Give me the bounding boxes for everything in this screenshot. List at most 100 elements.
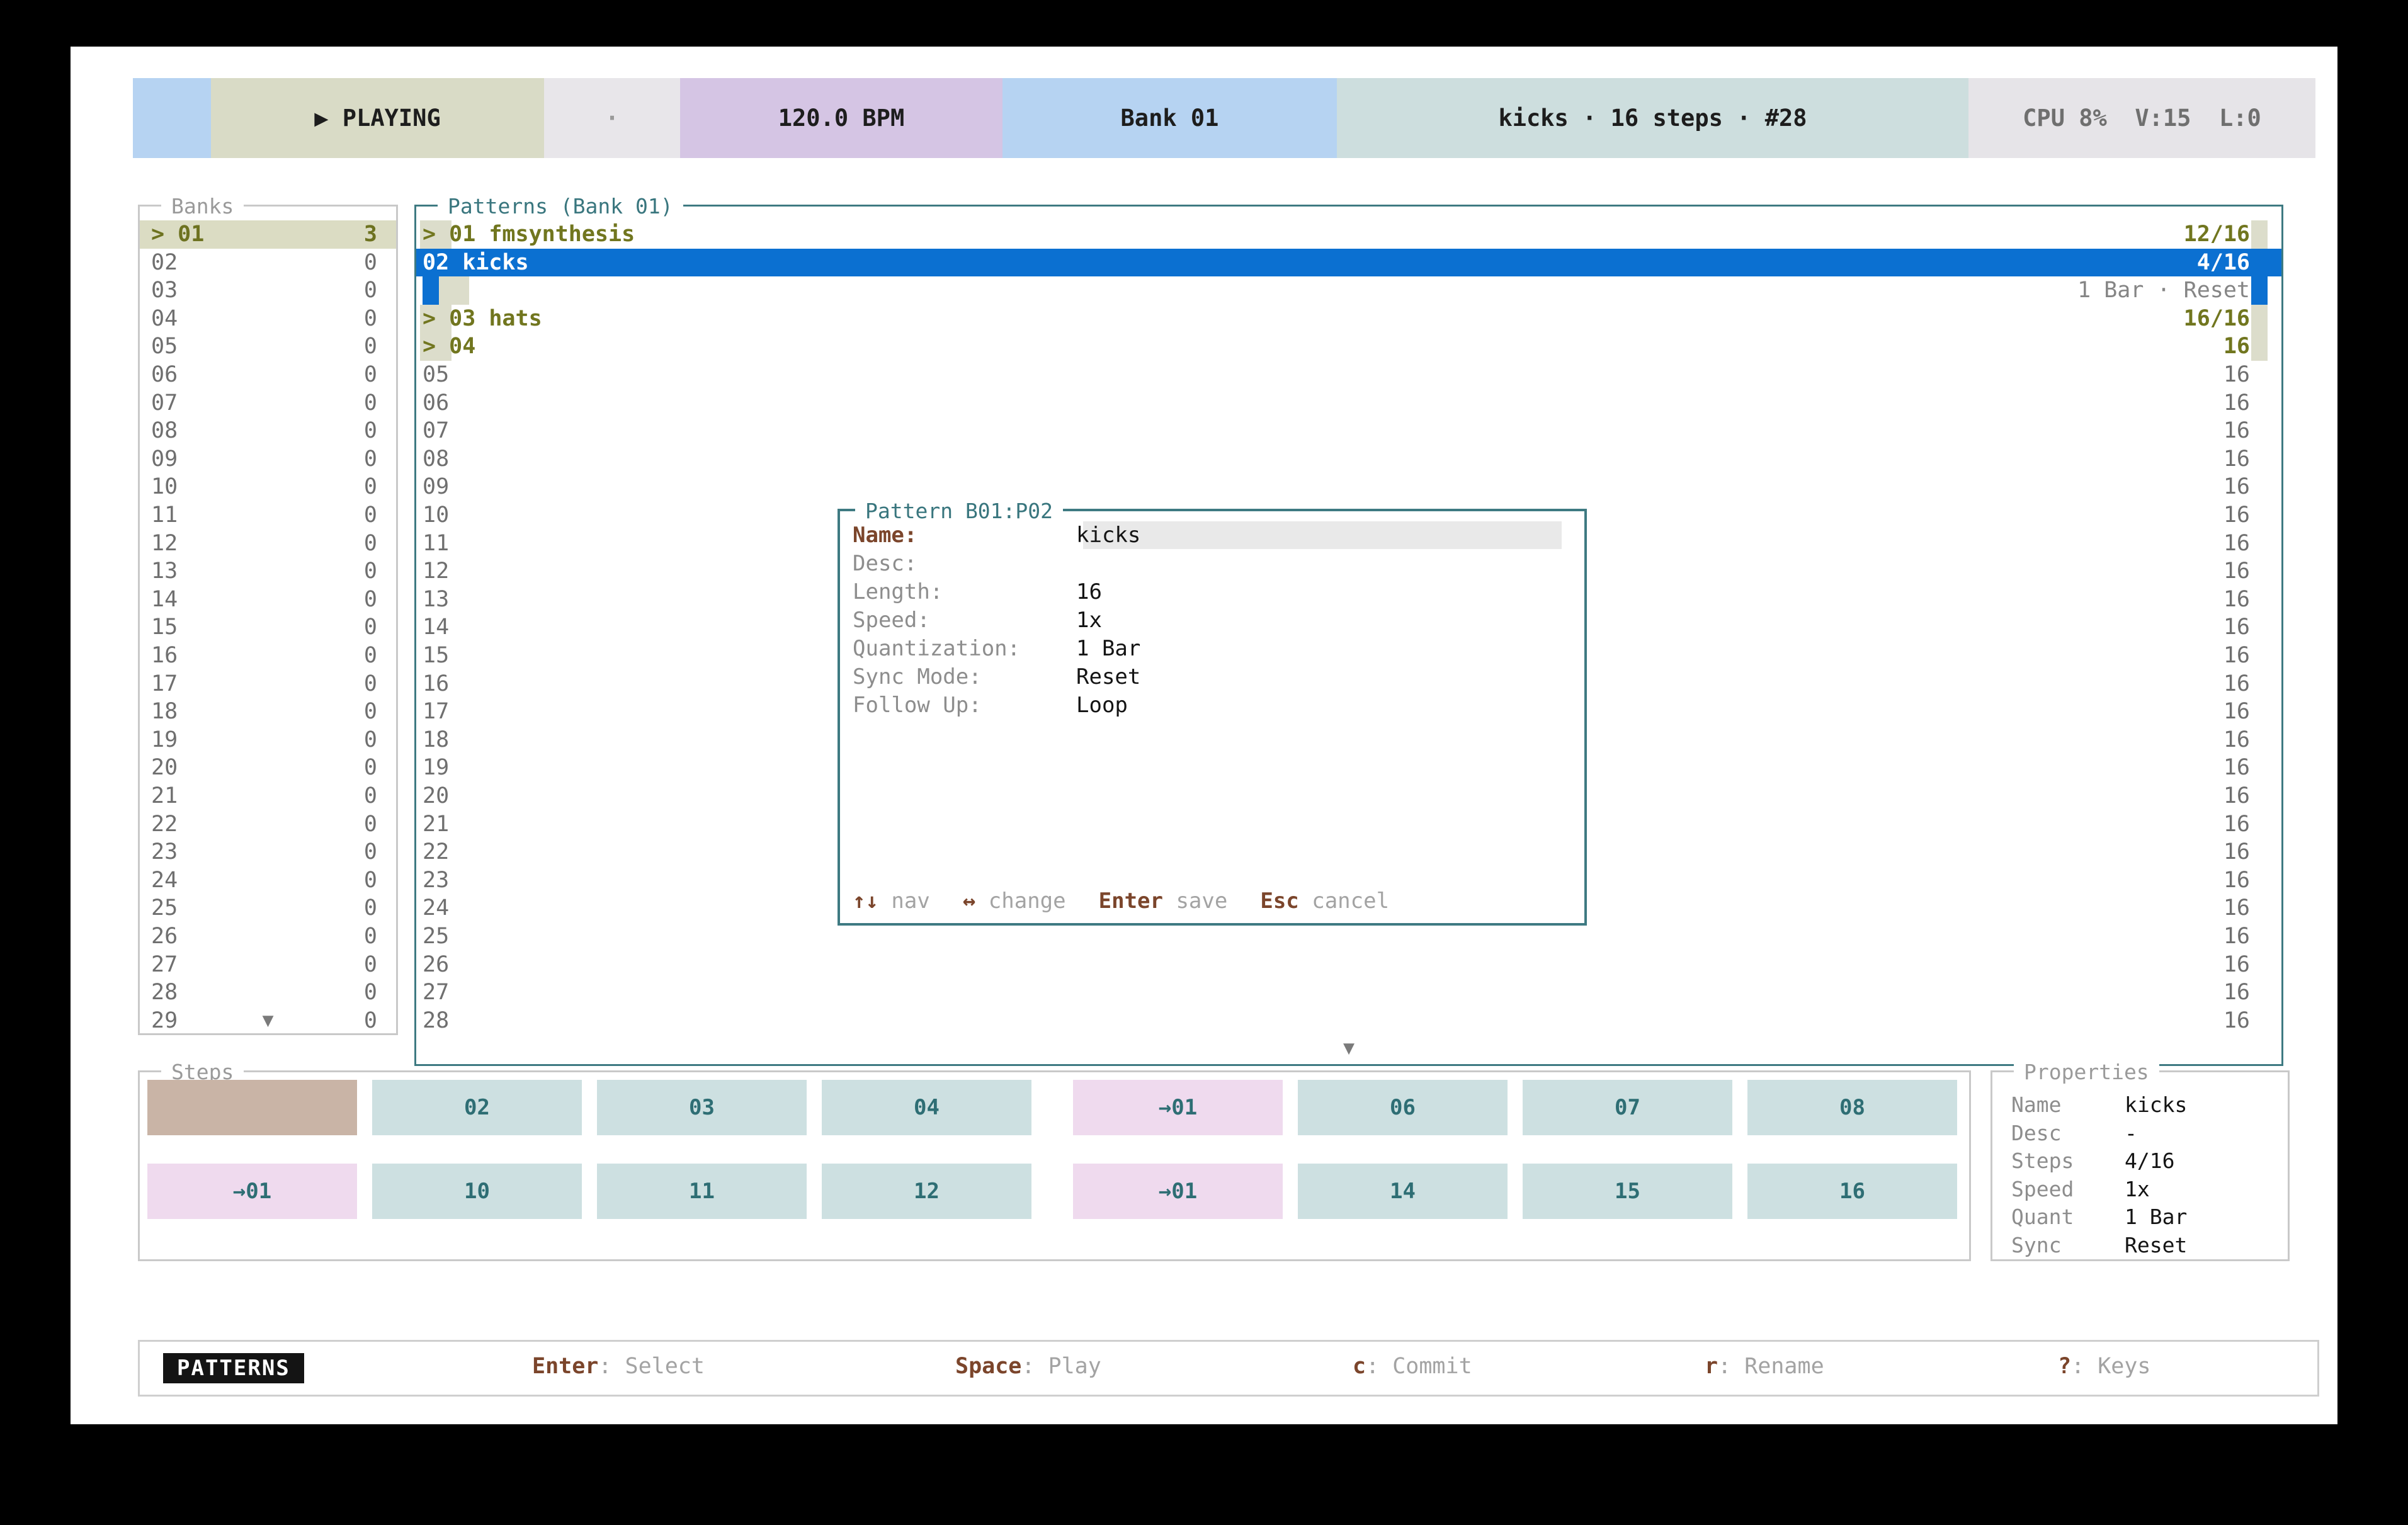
bank-pattern-count: 0 [364, 557, 377, 586]
step-cell-active[interactable] [147, 1080, 357, 1135]
bank-row[interactable]: 050 [140, 332, 396, 361]
pattern-label: 24 [423, 894, 449, 922]
pattern-label: 20 [423, 782, 449, 810]
modal-hint-label: cancel [1299, 888, 1389, 914]
pattern-label: 25 [423, 922, 449, 951]
step-cell-note[interactable]: 06 [1298, 1080, 1508, 1135]
bank-row[interactable]: 130 [140, 557, 396, 586]
bank-pattern-count: 0 [364, 978, 377, 1007]
topbar-segment-bpm[interactable]: 120.0 BPM [680, 78, 1002, 158]
bank-row[interactable]: 020 [140, 249, 396, 277]
scrollbar-thumb-segment[interactable] [2251, 305, 2268, 361]
bank-row[interactable]: 190 [140, 726, 396, 754]
bank-row[interactable]: 080 [140, 417, 396, 445]
scrollbar-thumb-segment[interactable] [2251, 249, 2268, 305]
pattern-step-ratio: 16 [2223, 894, 2250, 922]
pattern-row[interactable]: 2516 [416, 922, 2281, 951]
pattern-step-ratio: 16 [2223, 501, 2250, 530]
pattern-row[interactable]: 2616 [416, 951, 2281, 979]
bank-row[interactable]: 090 [140, 445, 396, 473]
bank-row[interactable]: 200 [140, 754, 396, 782]
bank-number: 15 [151, 613, 178, 642]
step-cell-note[interactable]: 02 [372, 1080, 582, 1135]
modal-field-row[interactable]: Name:kicks [853, 521, 1572, 550]
modal-field-row[interactable]: Length:16 [853, 578, 1572, 606]
step-cell-note[interactable]: 12 [822, 1164, 1031, 1219]
step-cell-note[interactable]: 14 [1298, 1164, 1508, 1219]
bank-row[interactable]: 110 [140, 501, 396, 530]
bank-row[interactable]: 270 [140, 951, 396, 979]
bank-row[interactable]: 100 [140, 473, 396, 501]
modal-hint-label: save [1163, 888, 1227, 914]
bank-number: 29 [151, 1007, 178, 1035]
bank-row[interactable]: 120 [140, 530, 396, 558]
bank-pattern-count: 0 [364, 501, 377, 530]
bank-row[interactable]: > 013 [140, 220, 396, 249]
pattern-row[interactable]: 0716 [416, 417, 2281, 445]
pattern-label: 12 [423, 557, 449, 586]
bank-row[interactable]: 240 [140, 866, 396, 895]
bank-row[interactable]: 060 [140, 361, 396, 389]
modal-field-row[interactable]: Follow Up:Loop [853, 691, 1572, 720]
pattern-detail-text: 1 Bar · Reset [2077, 276, 2250, 305]
scrollbar-thumb-segment[interactable] [2251, 220, 2268, 249]
topbar-segment-left-cap [133, 78, 211, 158]
bank-row[interactable]: 160 [140, 642, 396, 670]
bank-row[interactable]: 170 [140, 670, 396, 698]
step-cell-note[interactable]: 03 [597, 1080, 807, 1135]
bank-row[interactable]: 140 [140, 586, 396, 614]
modal-field-row[interactable]: Desc: [853, 550, 1572, 578]
topbar-segment-bank[interactable]: Bank 01 [1002, 78, 1337, 158]
modal-field-row[interactable]: Quantization:1 Bar [853, 635, 1572, 663]
step-cell-note[interactable]: 11 [597, 1164, 807, 1219]
step-cell-note[interactable]: 15 [1523, 1164, 1732, 1219]
bank-number: 20 [151, 754, 178, 782]
pattern-row[interactable]: 0616 [416, 389, 2281, 417]
pattern-row[interactable]: > 0416 [416, 332, 2281, 361]
pattern-row[interactable]: 0816 [416, 445, 2281, 473]
bank-number: 10 [151, 473, 178, 501]
bank-pattern-count: 0 [364, 445, 377, 473]
step-cell-note[interactable]: 08 [1747, 1080, 1957, 1135]
step-cell-note[interactable]: 10 [372, 1164, 582, 1219]
step-cell-jump[interactable]: →01 [1073, 1080, 1283, 1135]
bank-number: 04 [151, 305, 178, 333]
step-cell-jump[interactable]: →01 [1073, 1164, 1283, 1219]
bank-row[interactable]: 250 [140, 894, 396, 922]
bank-row[interactable]: 260 [140, 922, 396, 951]
modal-field-row[interactable]: Speed:1x [853, 606, 1572, 635]
modal-field-label: Quantization: [853, 635, 1020, 663]
modal-name-input[interactable] [1083, 521, 1562, 549]
bank-row[interactable]: 230 [140, 838, 396, 866]
modal-hint-key: ↔ [963, 888, 975, 914]
bank-row[interactable]: 220 [140, 810, 396, 839]
bank-row[interactable]: 180 [140, 698, 396, 726]
bank-row[interactable]: 210 [140, 782, 396, 810]
pattern-row[interactable]: > 01 fmsynthesis12/16 [416, 220, 2281, 249]
step-cell-jump[interactable]: →01 [147, 1164, 357, 1219]
property-row: Namekicks [2011, 1091, 2279, 1120]
pattern-row[interactable]: 0916 [416, 473, 2281, 501]
bank-row[interactable]: 030 [140, 276, 396, 305]
pattern-label: 02 kicks [423, 249, 529, 277]
bank-row[interactable]: 280 [140, 978, 396, 1007]
bank-row[interactable]: 040 [140, 305, 396, 333]
property-label: Name [2011, 1091, 2125, 1120]
bank-row[interactable]: 070 [140, 389, 396, 417]
pattern-row[interactable]: 2816 [416, 1007, 2281, 1035]
pattern-row[interactable]: > 03 hats16/16 [416, 305, 2281, 333]
modal-field-row[interactable]: Sync Mode:Reset [853, 663, 1572, 691]
modal-hint-key: Enter [1099, 888, 1163, 914]
topbar-segment-transport[interactable]: ▶ PLAYING [211, 78, 544, 158]
topbar-segment-stats: CPU 8% V:15 L:0 [1968, 78, 2315, 158]
pattern-row[interactable]: 0516 [416, 361, 2281, 389]
pattern-row[interactable]: 02 kicks4/16 [416, 249, 2281, 277]
bank-row[interactable]: 290 [140, 1007, 396, 1035]
bank-pattern-count: 0 [364, 782, 377, 810]
property-row: SyncReset [2011, 1232, 2279, 1260]
bank-row[interactable]: 150 [140, 613, 396, 642]
step-cell-note[interactable]: 04 [822, 1080, 1031, 1135]
pattern-row[interactable]: 2716 [416, 978, 2281, 1007]
step-cell-note[interactable]: 16 [1747, 1164, 1957, 1219]
step-cell-note[interactable]: 07 [1523, 1080, 1732, 1135]
